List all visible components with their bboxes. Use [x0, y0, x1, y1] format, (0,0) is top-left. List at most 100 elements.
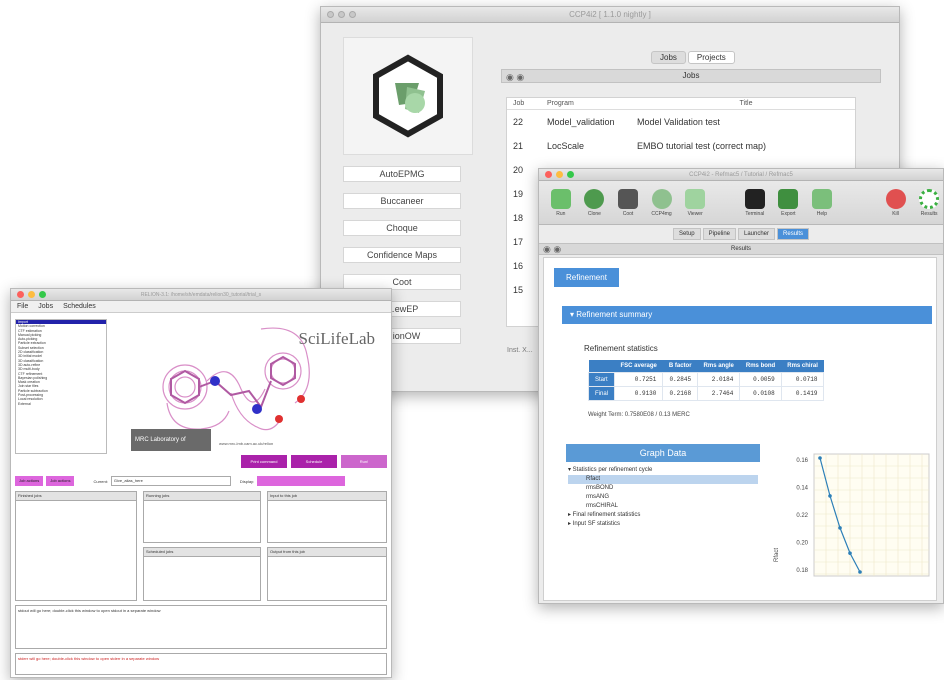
table-row[interactable]: 22 Model_validation Model Validation test: [507, 110, 855, 134]
help-tool-button[interactable]: Help: [808, 188, 836, 217]
refinement-summary-toggle[interactable]: ▾ Refinement summary: [562, 306, 932, 324]
close-icon[interactable]: [545, 171, 552, 178]
relion-banner: SciLifeLab MRC Laboratory of Molecular B…: [111, 319, 387, 469]
panel-controls-icon[interactable]: ◉ ◉: [543, 244, 561, 255]
minimize-icon[interactable]: [338, 11, 345, 18]
tree-final-stats[interactable]: ▸ Final refinement statistics: [568, 511, 758, 520]
window-controls[interactable]: [17, 291, 46, 298]
zoom-icon[interactable]: [39, 291, 46, 298]
tree-input-sf[interactable]: ▸ Input SF statistics: [568, 520, 758, 529]
column-title[interactable]: Title: [637, 98, 855, 109]
display-select[interactable]: [257, 476, 346, 486]
stats-column-header: Rms chiral: [781, 360, 824, 373]
autoepmg-button[interactable]: AutoEPMG: [343, 166, 461, 182]
tree-item-rmsang[interactable]: rmsANG: [568, 493, 758, 502]
zoom-icon[interactable]: [349, 11, 356, 18]
bottom-label: Inst. X...: [507, 347, 533, 354]
menu-jobs[interactable]: Jobs: [38, 301, 53, 312]
tree-group-cycle[interactable]: ▾ Statistics per refinement cycle: [568, 466, 758, 475]
stats-body: Start 0.7251 0.2845 2.0184 0.0059 0.0718 Final…: [587, 372, 825, 401]
stats-cell: 2.7464: [697, 386, 741, 401]
run-tool-button[interactable]: Run: [547, 188, 575, 217]
tree-item-rfact[interactable]: Rfact: [568, 475, 758, 484]
rfact-plot: 0.16 0.14 0.22 0.20 0.18 Rfact: [764, 444, 934, 584]
mrc-lmb-logo: MRC Laboratory of Molecular Biology: [131, 429, 211, 465]
jobs-panel-header: ◉ ◉ Jobs: [501, 69, 881, 83]
tab-results[interactable]: Results: [777, 228, 810, 240]
kill-tool-button[interactable]: Kill: [882, 188, 910, 217]
buccaneer-button[interactable]: Buccaneer: [343, 193, 461, 209]
window-controls[interactable]: [545, 171, 574, 178]
stdout-panel[interactable]: stdout will go here; double-click this w…: [15, 605, 387, 649]
stats-row-label: Start: [587, 372, 616, 387]
print-command-button[interactable]: Print command: [241, 455, 287, 468]
ccp4-tabs: Setup Pipeline Launcher Results: [539, 228, 943, 240]
results-header: ◉ ◉ Results: [539, 243, 943, 255]
stats-cell: 0.0108: [739, 386, 782, 401]
rfact-point: [828, 494, 832, 498]
stats-row-label: Final: [587, 386, 616, 401]
results-tool-label: Results: [920, 210, 938, 217]
job-number: 22: [513, 117, 524, 127]
output-jobs-header: Output from this job: [268, 548, 386, 557]
job-type-item[interactable]: External: [16, 402, 106, 406]
close-icon[interactable]: [17, 291, 24, 298]
export-tool-button[interactable]: Export: [775, 188, 803, 217]
tab-pipeline[interactable]: Pipeline: [702, 228, 736, 240]
current-alias-input[interactable]: Give_alias_here: [110, 476, 231, 486]
schedule-button[interactable]: Schedule: [291, 455, 337, 468]
minimize-icon[interactable]: [28, 291, 35, 298]
refinement-tab[interactable]: Refinement: [554, 268, 619, 287]
scheduled-jobs-panel[interactable]: Scheduled jobs: [143, 547, 261, 601]
window-controls[interactable]: [327, 11, 356, 18]
minimize-icon[interactable]: [556, 171, 563, 178]
viewer-icon: [685, 188, 706, 209]
job-actions-tab[interactable]: Job actions: [15, 476, 44, 486]
tab-launcher[interactable]: Launcher: [738, 228, 776, 240]
stats-cell: 0.2845: [662, 372, 699, 387]
close-icon[interactable]: [327, 11, 334, 18]
confidence-maps-button[interactable]: Confidence Maps: [343, 247, 461, 263]
running-jobs-panel[interactable]: Running jobs: [143, 491, 261, 543]
tree-item-rmsbond[interactable]: rmsBOND: [568, 484, 758, 493]
viewer-tool-button[interactable]: Viewer: [681, 188, 709, 217]
coot-tool-button[interactable]: Coot: [614, 188, 642, 217]
current-label: Current:: [93, 478, 108, 484]
stderr-panel[interactable]: stderr will go here; double-click this w…: [15, 653, 387, 675]
input-jobs-panel[interactable]: Input to this job: [267, 491, 387, 543]
stats-header-row: FSC average B factor Rms angle Rms bond Rms …: [588, 360, 824, 373]
ccp4-toolbar: Run Clone Coot CCP4mg Viewer Terminal Ex…: [539, 181, 943, 225]
output-jobs-panel[interactable]: Output from this job: [267, 547, 387, 601]
clone-tool-button[interactable]: Clone: [581, 188, 609, 217]
relion-window-title: RELION-3.1: /home/sh/emdata/relion30_tut…: [140, 292, 262, 298]
zoom-icon[interactable]: [567, 171, 574, 178]
menu-schedules[interactable]: Schedules: [63, 301, 96, 312]
viewer-tool-label: Viewer: [687, 210, 703, 217]
rfact-chart: 0.16 0.14 0.22 0.20 0.18 Rfact: [774, 453, 930, 577]
panel-controls-icon[interactable]: ◉ ◉: [506, 71, 524, 83]
finished-jobs-panel[interactable]: Finished jobs: [15, 491, 137, 601]
stop-icon: [885, 188, 906, 209]
stats-column-header: B factor: [662, 360, 698, 373]
stats-row: Final 0.9130 0.2168 2.7464 0.0108 0.1419: [587, 386, 825, 401]
table-row[interactable]: 21 LocScale EMBO tutorial test (correct ma…: [507, 134, 855, 158]
tree-item-rmschiral[interactable]: rmsCHIRAL: [568, 502, 758, 511]
tab-jobs[interactable]: Jobs: [651, 51, 686, 64]
run-button[interactable]: Run!: [341, 455, 387, 468]
terminal-tool-button[interactable]: Terminal: [741, 188, 769, 217]
results-tool-button[interactable]: Results: [915, 188, 943, 217]
choque-button[interactable]: Choque: [343, 220, 461, 236]
terminal-icon: [744, 188, 765, 209]
jobs-panel-title: Jobs: [682, 71, 700, 80]
column-job[interactable]: Job: [507, 98, 547, 109]
column-program[interactable]: Program: [547, 98, 637, 109]
tab-projects[interactable]: Projects: [687, 51, 735, 64]
ccp4mg-tool-button[interactable]: CCP4mg: [648, 188, 676, 217]
menu-file[interactable]: File: [17, 301, 28, 312]
results-header-title: Results: [730, 246, 751, 252]
y-tick-label: 0.14: [796, 486, 808, 492]
rfact-point: [818, 456, 822, 460]
weight-term: Weight Term: 0.7580E08 / 0.13 MERC: [588, 412, 690, 418]
job-actions-button[interactable]: Job actions: [46, 476, 75, 486]
tab-setup[interactable]: Setup: [672, 228, 701, 240]
